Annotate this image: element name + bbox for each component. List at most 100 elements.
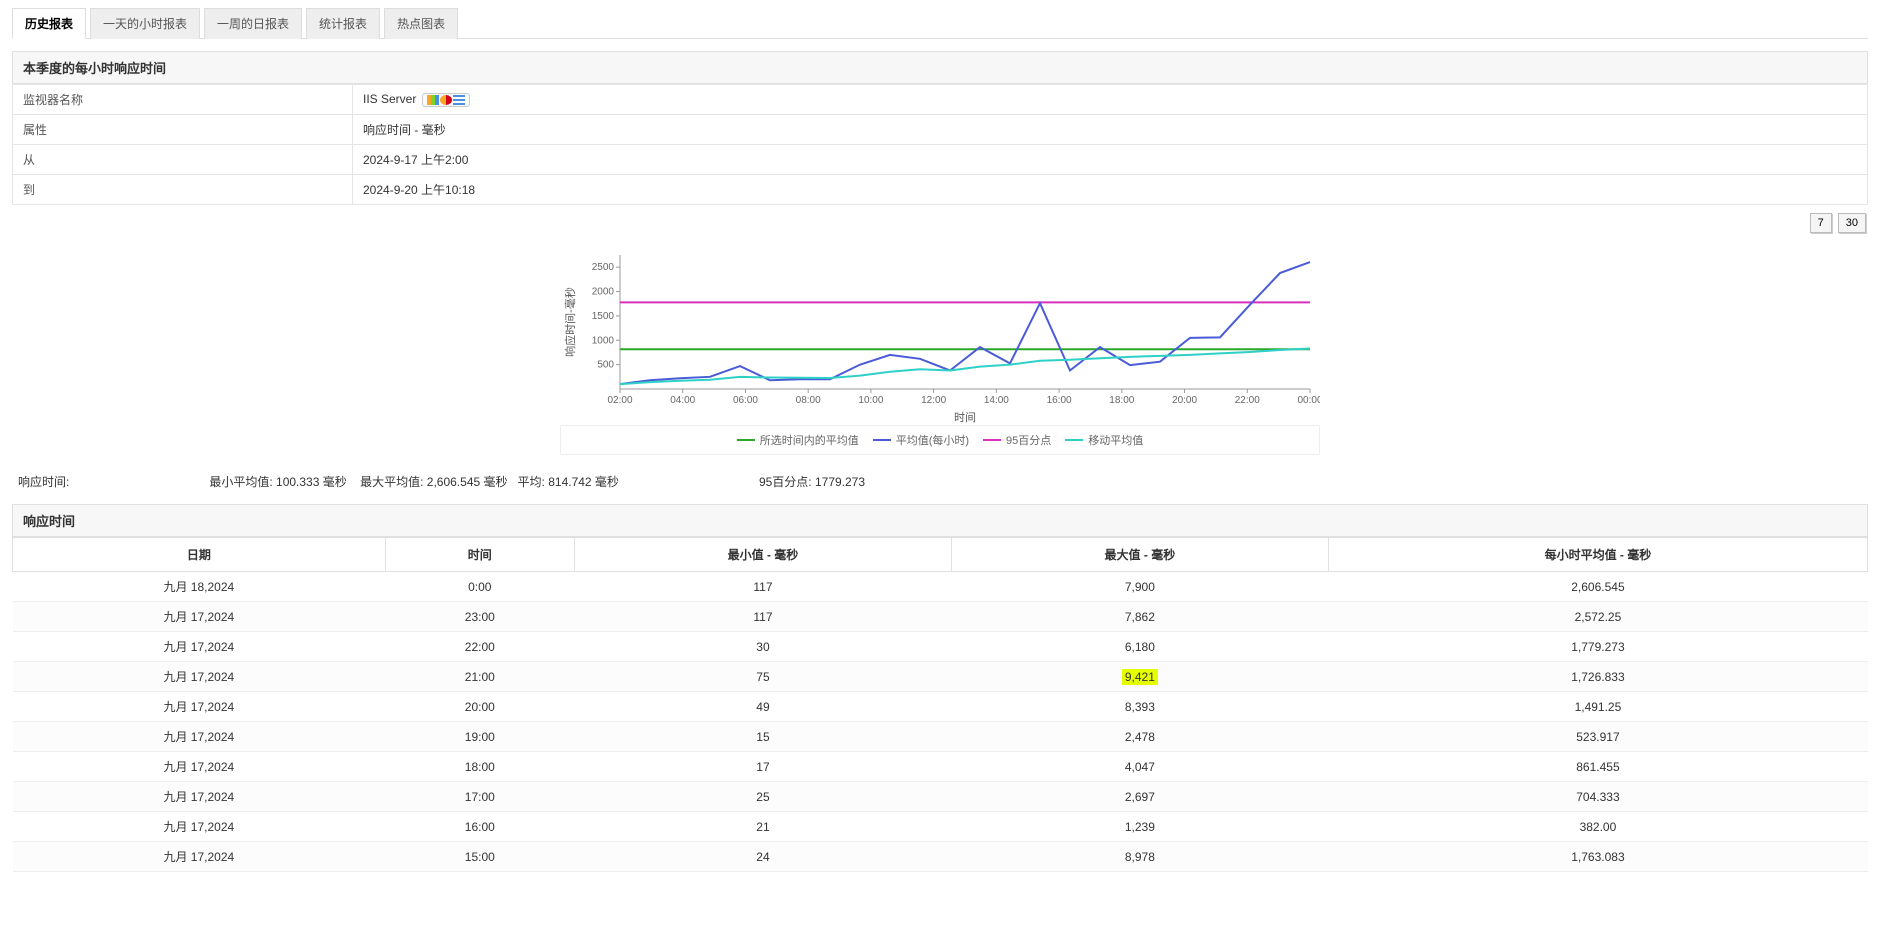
table-cell: 9,421	[951, 662, 1328, 692]
svg-text:1000: 1000	[592, 335, 615, 346]
table-cell: 九月 17,2024	[13, 692, 386, 722]
table-cell: 0:00	[385, 572, 574, 602]
table-cell: 2,697	[951, 782, 1328, 812]
legend-label-p95: 95百分点	[1006, 432, 1051, 448]
table-cell: 1,726.833	[1328, 662, 1867, 692]
table-row: 九月 17,202419:00152,478523.917	[13, 722, 1868, 752]
max-avg-label: 最大平均值:	[360, 475, 423, 489]
svg-text:18:00: 18:00	[1109, 395, 1134, 406]
avg-value: 814.742 毫秒	[548, 475, 619, 489]
table-cell: 21:00	[385, 662, 574, 692]
table-cell: 6,180	[951, 632, 1328, 662]
table-cell: 30	[574, 632, 951, 662]
table-row: 九月 18,20240:001177,9002,606.545	[13, 572, 1868, 602]
stats-summary: 响应时间: 最小平均值: 100.333 毫秒 最大平均值: 2,606.545…	[12, 463, 1868, 504]
svg-text:响应时间-毫秒: 响应时间-毫秒	[563, 287, 577, 357]
table-cell: 九月 17,2024	[13, 842, 386, 872]
svg-text:500: 500	[597, 360, 614, 371]
range-toolbar: 7 30	[12, 205, 1868, 241]
table-row: 九月 17,202416:00211,239382.00	[13, 812, 1868, 842]
table-cell: 17:00	[385, 782, 574, 812]
table-cell: 16:00	[385, 812, 574, 842]
info-value: 响应时间 - 毫秒	[353, 115, 1868, 145]
table-cell: 九月 17,2024	[13, 632, 386, 662]
svg-text:22:00: 22:00	[1235, 395, 1260, 406]
p95-value: 1779.273	[815, 475, 865, 489]
info-row: 到2024-9-20 上午10:18	[13, 175, 1868, 205]
svg-text:02:00: 02:00	[607, 395, 632, 406]
table-row: 九月 17,202420:00498,3931,491.25	[13, 692, 1868, 722]
table-row: 九月 17,202421:0075 9,421 1,726.833	[13, 662, 1868, 692]
p95-label: 95百分点:	[759, 475, 812, 489]
svg-text:04:00: 04:00	[670, 395, 695, 406]
legend-swatch-avg-selected	[737, 439, 755, 441]
table-cell: 23:00	[385, 602, 574, 632]
table-cell: 1,239	[951, 812, 1328, 842]
chart-legend: 所选时间内的平均值 平均值(每小时) 95百分点 移动平均值	[560, 425, 1320, 455]
legend-swatch-p95	[983, 439, 1001, 441]
info-key: 属性	[13, 115, 353, 145]
tab-2[interactable]: 一周的日报表	[204, 8, 302, 39]
range-30-button[interactable]: 30	[1838, 213, 1866, 233]
table-cell: 九月 17,2024	[13, 782, 386, 812]
table-cell: 15	[574, 722, 951, 752]
table-row: 九月 17,202422:00306,1801,779.273	[13, 632, 1868, 662]
table-cell: 九月 17,2024	[13, 662, 386, 692]
table-row: 九月 17,202415:00248,9781,763.083	[13, 842, 1868, 872]
svg-text:16:00: 16:00	[1047, 395, 1072, 406]
table-cell: 九月 17,2024	[13, 602, 386, 632]
table-cell: 九月 17,2024	[13, 812, 386, 842]
tab-1[interactable]: 一天的小时报表	[90, 8, 200, 39]
tab-4[interactable]: 热点图表	[384, 8, 458, 39]
table-cell: 861.455	[1328, 752, 1867, 782]
info-key: 到	[13, 175, 353, 205]
table-row: 九月 17,202423:001177,8622,572.25	[13, 602, 1868, 632]
response-time-chart[interactable]: 500100015002000250002:0004:0006:0008:001…	[560, 245, 1320, 425]
table-cell: 7,900	[951, 572, 1328, 602]
min-avg-label: 最小平均值:	[209, 475, 272, 489]
svg-text:00:00: 00:00	[1297, 395, 1320, 406]
info-table: 监视器名称IIS Server属性响应时间 - 毫秒从2024-9-17 上午2…	[12, 84, 1868, 205]
table-cell: 24	[574, 842, 951, 872]
table-cell: 523.917	[1328, 722, 1867, 752]
svg-text:08:00: 08:00	[796, 395, 821, 406]
table-cell: 25	[574, 782, 951, 812]
highlighted-value: 9,421	[1122, 669, 1158, 685]
range-7-button[interactable]: 7	[1810, 213, 1832, 233]
monitor-actions-icon[interactable]	[422, 93, 470, 107]
legend-label-moving: 移动平均值	[1088, 432, 1143, 448]
table-cell: 九月 17,2024	[13, 722, 386, 752]
column-header[interactable]: 每小时平均值 - 毫秒	[1328, 538, 1867, 572]
column-header[interactable]: 最小值 - 毫秒	[574, 538, 951, 572]
table-cell: 117	[574, 572, 951, 602]
table-cell: 19:00	[385, 722, 574, 752]
info-row: 监视器名称IIS Server	[13, 85, 1868, 115]
info-row: 从2024-9-17 上午2:00	[13, 145, 1868, 175]
column-header[interactable]: 时间	[385, 538, 574, 572]
column-header[interactable]: 最大值 - 毫秒	[951, 538, 1328, 572]
table-cell: 75	[574, 662, 951, 692]
table-cell: 8,393	[951, 692, 1328, 722]
stats-label: 响应时间:	[18, 473, 69, 490]
svg-text:2500: 2500	[592, 262, 615, 273]
tab-3[interactable]: 统计报表	[306, 8, 380, 39]
legend-label-avg-hourly: 平均值(每小时)	[896, 432, 969, 448]
table-cell: 382.00	[1328, 812, 1867, 842]
table-cell: 117	[574, 602, 951, 632]
legend-swatch-moving	[1065, 439, 1083, 441]
column-header[interactable]: 日期	[13, 538, 386, 572]
table-cell: 1,491.25	[1328, 692, 1867, 722]
svg-text:14:00: 14:00	[984, 395, 1009, 406]
table-cell: 九月 18,2024	[13, 572, 386, 602]
response-time-table: 日期时间最小值 - 毫秒最大值 - 毫秒每小时平均值 - 毫秒 九月 18,20…	[12, 537, 1868, 872]
info-value: 2024-9-17 上午2:00	[353, 145, 1868, 175]
info-row: 属性响应时间 - 毫秒	[13, 115, 1868, 145]
table-cell: 49	[574, 692, 951, 722]
svg-text:2000: 2000	[592, 287, 615, 298]
table-cell: 7,862	[951, 602, 1328, 632]
data-section-title: 响应时间	[12, 504, 1868, 537]
table-cell: 2,572.25	[1328, 602, 1867, 632]
table-cell: 8,978	[951, 842, 1328, 872]
table-cell: 17	[574, 752, 951, 782]
tab-0[interactable]: 历史报表	[12, 8, 86, 39]
